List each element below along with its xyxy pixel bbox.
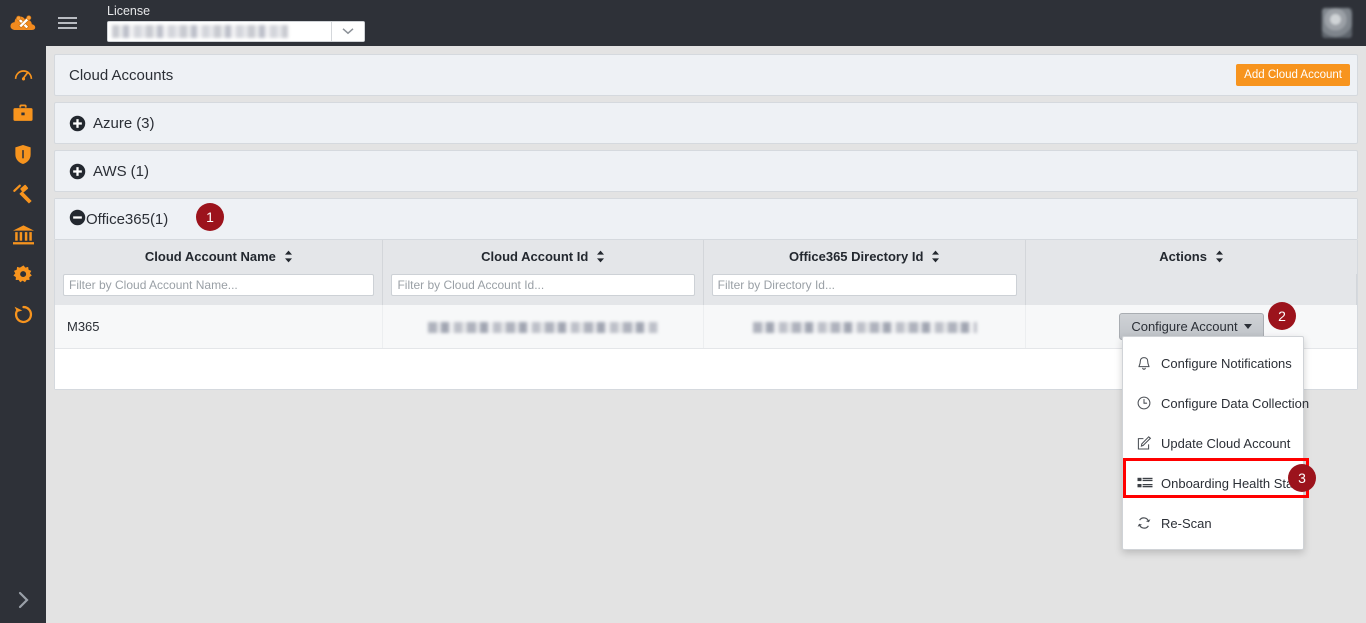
annotation-badge-3: 3 [1288,464,1316,492]
menu-item-onboarding-health-status[interactable]: Onboarding Health Status [1123,463,1311,503]
filter-cloud-account-name-input[interactable] [63,273,375,296]
group-count-office365: (1) [149,210,169,228]
sidebar-item-business[interactable] [0,94,46,134]
empty-cell [703,348,1026,389]
cloud-provider-group-azure[interactable]: Azure (3) [54,102,1358,144]
configure-account-label: Configure Account [1131,318,1238,334]
sidebar-expand-button[interactable] [0,577,46,623]
annotation-badge-1: 1 [196,203,224,231]
group-name-azure: Azure [93,114,133,132]
caret-down-icon [1243,323,1252,329]
sort-updown-icon[interactable] [284,250,293,266]
user-avatar[interactable] [1322,8,1352,38]
sort-updown-icon[interactable] [931,250,940,266]
filter-cell-account-id [382,273,704,305]
edit-square-icon [1137,435,1155,451]
office365-panel: Office365 (1) [54,198,1358,240]
menu-item-re-scan[interactable]: Re-Scan [1123,503,1303,543]
column-label: Office365 Directory Id [789,249,924,264]
cell-directory-id [703,304,1027,350]
plus-circle-icon[interactable] [69,163,86,180]
filter-directory-id-input[interactable] [711,273,1018,296]
hamburger-bar [57,17,77,19]
annotation-badge-2: 2 [1268,302,1296,330]
cloud-account-id-redacted [428,321,659,333]
group-count-aws: (1) [130,162,149,180]
license-value[interactable] [108,21,331,41]
group-header-azure[interactable]: Azure (3) [55,103,1357,143]
license-value-redacted [112,24,288,38]
sidebar-item-compliance[interactable] [0,174,46,214]
license-selector: License [107,3,365,42]
sort-updown-icon[interactable] [596,250,605,266]
sidebar-item-dashboard[interactable] [0,54,46,94]
license-label: License [107,3,151,18]
table-header-row: Cloud Account Name Cloud Account Id Offi… [55,240,1357,274]
sidebar [0,46,46,623]
menu-item-label: Re-Scan [1161,515,1212,531]
directory-id-redacted [752,321,977,333]
cell-cloud-account-id [382,304,704,350]
menu-item-label: Configure Notifications [1161,355,1292,371]
column-label: Actions [1159,249,1207,264]
cloud-tools-logo-icon[interactable] [0,0,46,46]
column-header-actions[interactable]: Actions [1025,240,1357,274]
menu-item-configure-data-collection[interactable]: Configure Data Collection [1123,383,1309,423]
chevron-down-icon[interactable] [331,21,364,41]
list-bars-icon [1137,477,1155,489]
filter-cell-directory-id [703,273,1027,305]
group-header-aws[interactable]: AWS (1) [55,151,1357,191]
license-dropdown[interactable] [107,20,365,42]
hamburger-bar [57,22,77,24]
add-cloud-account-button[interactable]: Add Cloud Account [1236,64,1350,86]
menu-item-configure-notifications[interactable]: Configure Notifications [1123,343,1303,383]
table-filter-row [55,273,1357,305]
sidebar-item-security[interactable] [0,134,46,174]
filter-cell-actions [1025,273,1357,305]
sidebar-item-settings[interactable] [0,254,46,294]
clock-icon [1137,396,1155,410]
filter-cell-name [55,273,384,305]
group-count-azure: (3) [136,114,155,132]
top-bar: License [0,0,1366,46]
column-header-office365-directory-id[interactable]: Office365 Directory Id [703,240,1027,274]
column-label: Cloud Account Id [481,249,589,264]
configure-account-dropdown-menu: Configure Notifications Configure Data C… [1122,336,1311,550]
bell-icon [1137,356,1155,371]
empty-cell [382,348,704,389]
cloud-provider-group-aws[interactable]: AWS (1) [54,150,1358,192]
menu-item-update-cloud-account[interactable]: Update Cloud Account [1123,423,1303,463]
group-name-office365: Office365 [86,210,150,228]
column-header-cloud-account-id[interactable]: Cloud Account Id [382,240,704,274]
cell-cloud-account-name: M365 [55,304,384,350]
sidebar-item-governance[interactable] [0,214,46,254]
sidebar-item-history[interactable] [0,294,46,334]
page-header-panel: Cloud Accounts Add Cloud Account [54,54,1358,96]
minus-circle-icon[interactable] [69,209,86,230]
empty-cell [55,348,383,389]
column-label: Cloud Account Name [144,249,276,264]
hamburger-bar [57,27,77,29]
hamburger-menu-icon[interactable] [50,0,84,46]
menu-item-label: Update Cloud Account [1161,435,1291,451]
group-name-aws: AWS [93,162,127,180]
filter-cloud-account-id-input[interactable] [391,273,695,296]
menu-item-label: Configure Data Collection [1161,395,1310,411]
group-header-office365[interactable]: Office365 (1) [55,199,1357,239]
plus-circle-icon[interactable] [69,115,86,132]
sort-updown-icon[interactable] [1215,250,1224,266]
refresh-icon [1137,516,1155,530]
page-title: Cloud Accounts [69,66,174,84]
column-header-cloud-account-name[interactable]: Cloud Account Name [55,240,384,274]
